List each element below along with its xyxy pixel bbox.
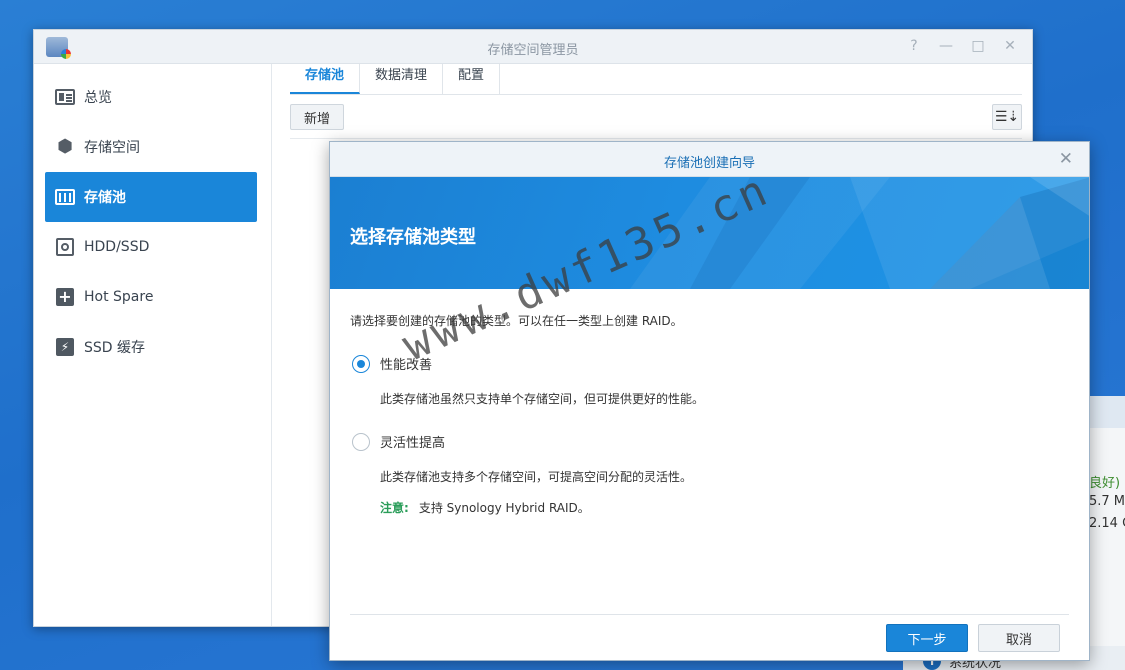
sidebar-item-ssd-cache[interactable]: ⚡ SSD 缓存 (45, 322, 257, 372)
intro-text: 请选择要创建的存储池的类型。可以在任一类型上创建 RAID。 (350, 314, 683, 328)
sidebar-item-storage-pool[interactable]: 存储池 (45, 172, 257, 222)
dialog-close-icon[interactable]: ✕ (1059, 149, 1073, 169)
window-title: 存储空间管理员 (487, 43, 579, 58)
sort-icon: ☰⇣ (994, 109, 1020, 125)
shr-note: 注意: 支持 Synology Hybrid RAID。 (380, 499, 590, 516)
widget-value-1: 5.7 MB (1089, 494, 1125, 509)
tab-divider (290, 94, 1022, 95)
window-titlebar[interactable]: 存储空间管理员 ? — □ ✕ (34, 30, 1032, 64)
option-label: 性能改善 (380, 358, 433, 373)
disk-icon (54, 236, 76, 258)
option-flexibility-description: 此类存储池支持多个存储空间，可提高空间分配的灵活性。 (380, 470, 693, 484)
radio-flexibility[interactable] (352, 432, 370, 451)
cancel-button[interactable]: 取消 (978, 624, 1060, 652)
wizard-banner: 选择存储池类型 (330, 177, 1089, 289)
tab-storage-pool[interactable]: 存储池 (290, 64, 361, 94)
plus-box-icon: + (54, 286, 76, 308)
sidebar-item-overview[interactable]: 总览 (45, 72, 257, 122)
window-controls: ? — □ ✕ (906, 38, 1018, 54)
sidebar-item-label: Hot Spare (84, 289, 154, 305)
dialog-title: 存储池创建向导 (663, 156, 755, 171)
option-performance-description: 此类存储池虽然只支持单个存储空间，但可提供更好的性能。 (380, 392, 705, 406)
tab-bar: 存储池 数据清理 配置 (290, 64, 501, 94)
help-icon[interactable]: ? (906, 38, 922, 54)
toolbar-divider (290, 138, 1022, 139)
option-performance[interactable]: 性能改善 (352, 354, 432, 373)
minimize-icon[interactable]: — (938, 38, 954, 54)
sidebar-item-label: 存储池 (84, 190, 126, 206)
overview-icon (54, 86, 76, 108)
sidebar-item-label: 总览 (84, 90, 112, 106)
footer-divider (350, 614, 1069, 615)
new-button[interactable]: 新增 (290, 104, 344, 130)
close-icon[interactable]: ✕ (1002, 38, 1018, 54)
tab-data-scrubbing[interactable]: 数据清理 (360, 64, 444, 94)
tab-settings[interactable]: 配置 (443, 64, 501, 94)
bolt-icon: ⚡ (54, 336, 76, 358)
widget-value-2: 2.14 G (1089, 516, 1125, 531)
maximize-icon[interactable]: □ (970, 38, 986, 54)
note-text: 支持 Synology Hybrid RAID。 (418, 501, 590, 515)
pool-icon (54, 186, 76, 208)
sidebar-item-label: 存储空间 (84, 140, 140, 156)
sidebar-item-hdd-ssd[interactable]: HDD/SSD (45, 222, 257, 272)
dialog-titlebar[interactable]: 存储池创建向导 ✕ (330, 142, 1089, 177)
storage-pool-wizard-dialog: 存储池创建向导 ✕ 选择存储池类型 请选择要创建的存储池的类型。可以在任一类型上… (329, 141, 1090, 661)
sidebar-item-hot-spare[interactable]: + Hot Spare (45, 272, 257, 322)
sort-button[interactable]: ☰⇣ (992, 104, 1022, 130)
cubes-icon: ⬢ (57, 136, 73, 157)
sidebar-item-label: HDD/SSD (84, 239, 150, 255)
next-button[interactable]: 下一步 (886, 624, 968, 652)
sidebar: 总览 ⬢ 存储空间 存储池 HDD/SSD + Hot Spare ⚡ SSD … (34, 64, 272, 626)
widget-status-text: 良好) (1089, 476, 1121, 491)
note-label: 注意: (380, 501, 409, 515)
sidebar-item-label: SSD 缓存 (84, 340, 146, 356)
dialog-body: 请选择要创建的存储池的类型。可以在任一类型上创建 RAID。 性能改善 此类存储… (350, 312, 1069, 515)
option-flexibility[interactable]: 灵活性提高 (352, 432, 445, 451)
banner-title: 选择存储池类型 (350, 227, 476, 248)
radio-performance[interactable] (352, 354, 370, 373)
sidebar-item-volume[interactable]: ⬢ 存储空间 (45, 122, 257, 172)
option-label: 灵活性提高 (380, 436, 446, 451)
